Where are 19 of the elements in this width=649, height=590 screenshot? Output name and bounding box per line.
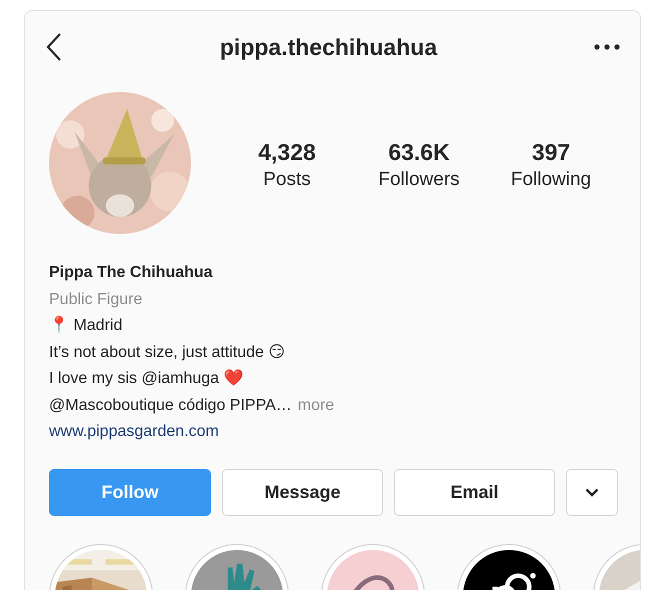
- bio-text: 📍 Madrid: [49, 314, 122, 336]
- profile-username: pippa.thechihuahua: [220, 34, 438, 60]
- stat-count: 63.6K: [388, 138, 450, 167]
- stat-label[interactable]: Posts: [263, 167, 311, 193]
- back-icon[interactable]: [45, 32, 63, 62]
- action-button[interactable]: Email: [394, 468, 555, 516]
- more-options-icon[interactable]: [594, 44, 620, 50]
- stat-label[interactable]: Following: [510, 167, 592, 193]
- action-button[interactable]: Message: [222, 468, 383, 516]
- profile-category: Public Figure: [49, 290, 142, 310]
- stat-count: 397: [532, 138, 570, 167]
- website-link[interactable]: www.pippasgarden.com: [49, 419, 219, 446]
- profile-name: Pippa The Chihuahua: [49, 263, 213, 283]
- bio-text: It’s not about size, just attitude 😏: [49, 342, 286, 362]
- stat-label[interactable]: Followers: [378, 167, 460, 193]
- bio-text: @Mascoboutique código PIPPA…: [49, 396, 292, 416]
- bio-text: I love my sis @iamhuga ❤: [49, 368, 244, 389]
- stat-count: 4,328: [258, 138, 316, 167]
- caret-icon: [585, 488, 599, 496]
